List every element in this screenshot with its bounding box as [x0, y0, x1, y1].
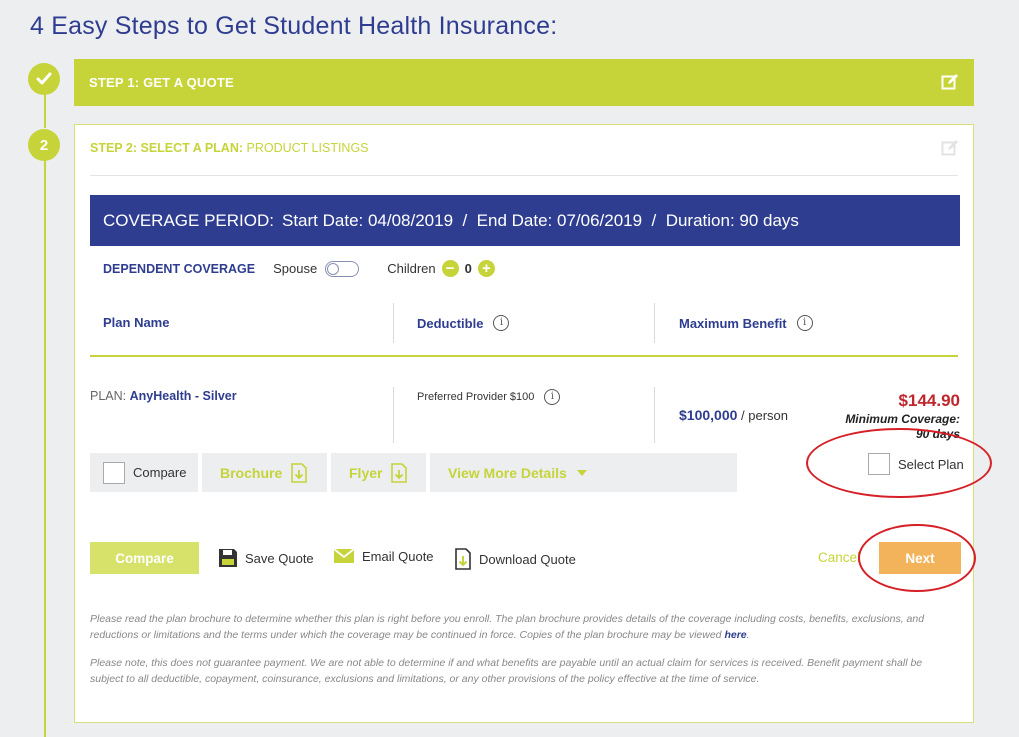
children-plus-button[interactable]: + [477, 260, 495, 277]
plan-deductible: Preferred Provider $100 i [417, 389, 561, 405]
flyer-button[interactable]: Flyer [331, 453, 426, 492]
plan-max-benefit: $100,000 / person [679, 407, 788, 423]
spouse-label: Spouse [273, 261, 318, 276]
col-deductible-label: Deductible [417, 315, 484, 331]
check-icon [36, 72, 52, 85]
col-plan-name-label: Plan Name [103, 315, 170, 330]
col-plan-name: Plan Name [103, 315, 169, 330]
brochure-here-link[interactable]: here [724, 629, 746, 641]
col-max-benefit-label: Maximum Benefit [679, 315, 787, 331]
children-minus-button[interactable]: − [441, 260, 459, 277]
email-icon [333, 548, 355, 563]
step1-header[interactable]: STEP 1: GET A QUOTE [74, 59, 974, 106]
compare-button[interactable]: Compare [90, 542, 199, 574]
disclaimer-brochure-text: Please read the plan brochure to determi… [90, 613, 925, 641]
download-quote-label: Download Quote [479, 551, 576, 567]
coverage-period-bar: COVERAGE PERIOD: Start Date: 04/08/2019 … [90, 195, 960, 246]
coverage-dates: Start Date: 04/08/2019 / End Date: 07/06… [281, 210, 799, 230]
disclaimer-brochure: Please read the plan brochure to determi… [90, 611, 952, 643]
max-benefit-suffix: / person [737, 408, 788, 423]
step2-badge: 2 [28, 129, 60, 161]
children-count: 0 [464, 261, 472, 276]
download-quote-button[interactable]: Download Quote [454, 548, 576, 570]
column-divider [654, 387, 655, 443]
timeline-line [44, 160, 46, 737]
step2-header: STEP 2: SELECT A PLAN: PRODUCT LISTINGS [90, 141, 369, 155]
max-benefit-amount: $100,000 [679, 407, 738, 423]
step1-badge [28, 63, 60, 95]
header-underline [90, 355, 958, 357]
plan-actions: Compare Brochure Flyer View More Details [90, 453, 741, 492]
disclaimer-payment: Please note, this does not guarantee pay… [90, 657, 923, 685]
info-icon[interactable]: i [544, 389, 561, 405]
col-max-benefit: Maximum Benefit i [679, 315, 813, 331]
spouse-toggle[interactable] [325, 260, 360, 277]
email-quote-label: Email Quote [362, 548, 434, 564]
flyer-label: Flyer [349, 464, 383, 481]
toggle-knob [327, 262, 340, 275]
download-doc-icon [455, 548, 471, 570]
dependent-coverage-row: DEPENDENT COVERAGE Spouse Children − 0 + [103, 260, 495, 277]
compare-checkbox[interactable] [103, 461, 125, 484]
step1-label: STEP 1: GET A QUOTE [89, 75, 234, 90]
column-divider [654, 303, 655, 343]
edit-icon[interactable] [941, 139, 959, 157]
step2-panel: STEP 2: SELECT A PLAN: PRODUCT LISTINGS … [74, 124, 974, 723]
disclaimer-brochure-end: . [746, 629, 750, 641]
cancel-link[interactable]: Cancel [818, 550, 860, 565]
info-icon[interactable]: i [493, 315, 510, 331]
compare-checkbox-cell[interactable]: Compare [90, 453, 198, 492]
plan-name-value: AnyHealth - Silver [129, 389, 237, 403]
save-icon [219, 549, 237, 567]
compare-label: Compare [133, 465, 187, 480]
annotation-circle-next [858, 524, 976, 592]
column-divider [393, 303, 394, 343]
download-doc-icon [291, 462, 308, 483]
step2-label-bold: STEP 2: SELECT A PLAN: [90, 141, 244, 155]
children-label: Children [387, 261, 436, 276]
view-more-details-button[interactable]: View More Details [430, 453, 737, 492]
annotation-circle-select-plan [806, 428, 992, 498]
caret-down-icon [576, 469, 587, 476]
plan-price: $144.90 [898, 391, 960, 410]
column-divider [393, 387, 394, 443]
page-title: 4 Easy Steps to Get Student Health Insur… [30, 12, 558, 40]
plan-prefix: PLAN: [90, 389, 130, 403]
plan-deductible-value: Preferred Provider $100 [417, 391, 535, 403]
email-quote-button[interactable]: Email Quote [333, 548, 434, 564]
col-deductible: Deductible i [417, 315, 510, 331]
header-divider [90, 175, 958, 176]
view-more-details-label: View More Details [448, 464, 567, 481]
brochure-button[interactable]: Brochure [202, 453, 327, 492]
brochure-label: Brochure [220, 464, 283, 481]
dependent-coverage-label: DEPENDENT COVERAGE [103, 261, 256, 276]
info-icon[interactable]: i [796, 315, 813, 331]
plan-name: PLAN: AnyHealth - Silver [90, 389, 237, 403]
step2-label-rest: PRODUCT LISTINGS [243, 141, 369, 155]
save-quote-button[interactable]: Save Quote [218, 548, 314, 568]
coverage-prefix: COVERAGE PERIOD: [103, 210, 274, 230]
save-quote-label: Save Quote [245, 550, 314, 566]
edit-icon[interactable] [941, 73, 959, 91]
download-doc-icon [391, 462, 408, 483]
